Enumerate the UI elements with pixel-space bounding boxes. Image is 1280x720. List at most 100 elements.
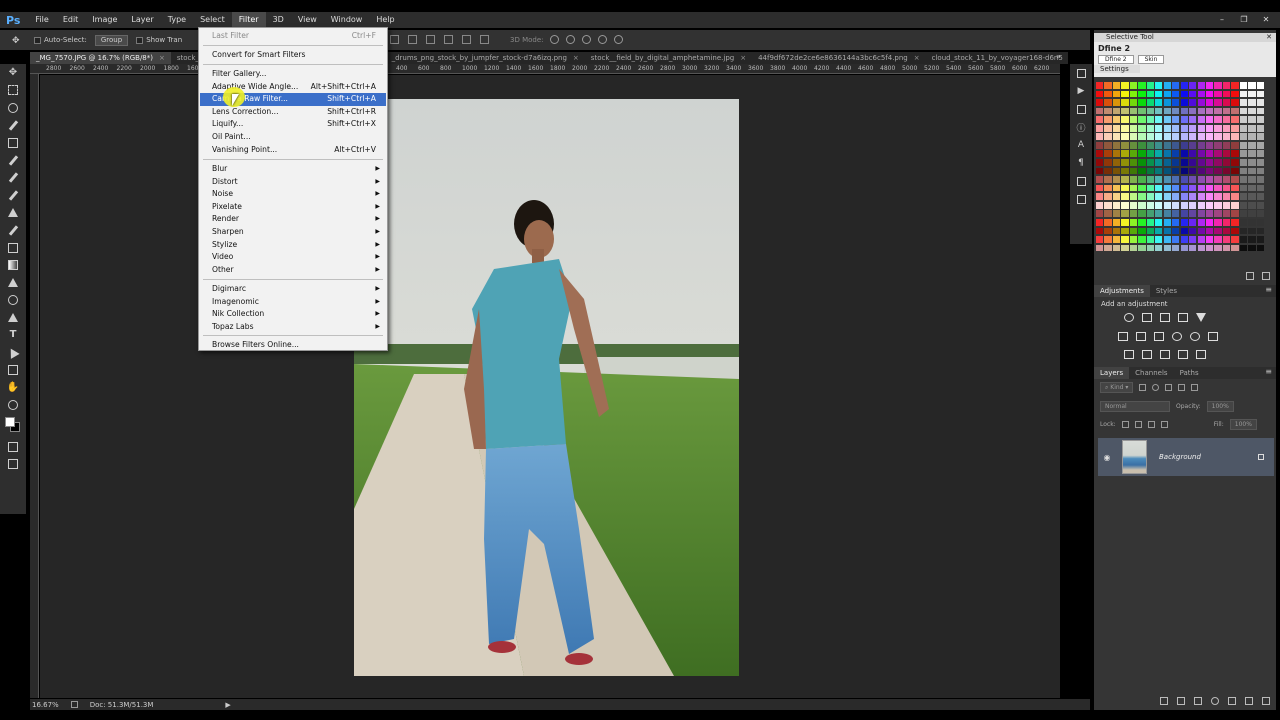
color-swatch[interactable]	[1222, 116, 1231, 123]
color-swatch[interactable]	[1129, 82, 1138, 89]
color-swatch[interactable]	[1155, 218, 1163, 226]
show-transform-checkbox[interactable]: Show Tran	[136, 36, 182, 44]
color-swatch[interactable]	[1172, 210, 1180, 218]
color-swatch[interactable]	[1172, 116, 1180, 123]
color-swatch[interactable]	[1112, 244, 1121, 252]
color-swatch[interactable]	[1112, 141, 1121, 149]
menu-file[interactable]: File	[28, 12, 55, 28]
color-swatch[interactable]	[1239, 227, 1248, 235]
more-tabs-button[interactable]: »	[1056, 52, 1061, 61]
tab-channels[interactable]: Channels	[1129, 367, 1173, 379]
color-swatch[interactable]	[1138, 210, 1146, 218]
color-swatch[interactable]	[1104, 176, 1112, 183]
color-swatch[interactable]	[1231, 244, 1239, 252]
color-swatch[interactable]	[1205, 244, 1214, 252]
color-swatch[interactable]	[1248, 116, 1256, 123]
color-swatch[interactable]	[1129, 210, 1138, 218]
color-swatch[interactable]	[1172, 150, 1180, 158]
color-swatch[interactable]	[1231, 176, 1239, 183]
shape-tool[interactable]	[0, 362, 26, 380]
color-swatch[interactable]	[1155, 244, 1163, 252]
color-swatch[interactable]	[1146, 124, 1155, 132]
filter-menu-item[interactable]: Lens Correction... Shift+Ctrl+R	[200, 106, 386, 119]
color-swatch[interactable]	[1155, 133, 1163, 141]
color-swatch[interactable]	[1138, 167, 1146, 175]
color-swatch[interactable]	[1155, 201, 1163, 209]
color-swatch[interactable]	[1214, 141, 1222, 149]
color-swatch[interactable]	[1112, 210, 1121, 218]
color-swatch[interactable]	[1189, 201, 1197, 209]
color-swatch[interactable]	[1248, 99, 1256, 106]
color-swatch[interactable]	[1121, 176, 1129, 183]
color-swatch[interactable]	[1189, 236, 1197, 243]
distribute-icon[interactable]	[426, 35, 435, 44]
color-swatch[interactable]	[1197, 218, 1205, 226]
color-swatch[interactable]	[1197, 90, 1205, 98]
color-swatch[interactable]	[1231, 99, 1239, 106]
color-swatch[interactable]	[1112, 90, 1121, 98]
color-swatch[interactable]	[1205, 176, 1214, 183]
black-white-icon[interactable]	[1154, 332, 1164, 341]
color-swatch[interactable]	[1256, 107, 1264, 115]
color-swatch[interactable]	[1121, 107, 1129, 115]
color-swatch[interactable]	[1214, 210, 1222, 218]
color-swatch[interactable]	[1197, 210, 1205, 218]
color-swatch[interactable]	[1155, 116, 1163, 123]
color-swatch[interactable]	[1129, 99, 1138, 106]
color-swatch[interactable]	[1197, 82, 1205, 89]
color-swatch[interactable]	[1112, 201, 1121, 209]
color-swatch[interactable]	[1104, 193, 1112, 201]
filter-menu-item[interactable]: Filter Gallery...	[200, 68, 386, 81]
document-tab[interactable]: 44f9df672de2ce6e8636144a3bc6c5f4.png ×	[752, 52, 926, 64]
color-swatch[interactable]	[1138, 150, 1146, 158]
align-icon[interactable]	[390, 35, 399, 44]
color-swatch[interactable]	[1180, 90, 1188, 98]
gradient-map-icon[interactable]	[1196, 350, 1206, 359]
color-swatch[interactable]	[1096, 244, 1104, 252]
lock-position-icon[interactable]	[1147, 421, 1155, 428]
color-swatch[interactable]	[1121, 90, 1129, 98]
color-swatch[interactable]	[1096, 167, 1104, 175]
color-swatch[interactable]	[1180, 159, 1188, 166]
color-swatch[interactable]	[1205, 184, 1214, 192]
color-swatch[interactable]	[1172, 90, 1180, 98]
color-swatch[interactable]	[1239, 150, 1248, 158]
color-swatch[interactable]	[1197, 236, 1205, 243]
color-swatch[interactable]	[1163, 107, 1171, 115]
close-tab-icon[interactable]: ×	[914, 52, 920, 64]
align-icon[interactable]	[408, 35, 417, 44]
color-swatch[interactable]	[1222, 167, 1231, 175]
color-swatch[interactable]	[1163, 210, 1171, 218]
color-swatch[interactable]	[1256, 184, 1264, 192]
color-swatch[interactable]	[1155, 141, 1163, 149]
slide-3d-icon[interactable]	[598, 35, 607, 44]
color-swatch[interactable]	[1222, 150, 1231, 158]
color-swatch[interactable]	[1256, 244, 1264, 252]
color-swatch[interactable]	[1163, 244, 1171, 252]
invert-icon[interactable]	[1124, 350, 1134, 359]
color-swatch[interactable]	[1256, 201, 1264, 209]
brush-tool[interactable]	[0, 187, 26, 205]
color-swatch[interactable]	[1172, 184, 1180, 192]
color-swatch[interactable]	[1104, 210, 1112, 218]
color-swatch[interactable]	[1155, 210, 1163, 218]
color-swatch[interactable]	[1231, 184, 1239, 192]
color-swatch[interactable]	[1138, 227, 1146, 235]
auto-select-checkbox[interactable]: Auto-Select:	[34, 36, 87, 44]
color-swatch[interactable]	[1197, 184, 1205, 192]
shape-filter-icon[interactable]	[1178, 384, 1186, 391]
color-swatch[interactable]	[1214, 218, 1222, 226]
add-mask-icon[interactable]	[1194, 697, 1202, 705]
color-swatch[interactable]	[1104, 124, 1112, 132]
eyedropper-tool[interactable]	[0, 152, 26, 170]
menu-select[interactable]: Select	[193, 12, 232, 28]
color-swatch[interactable]	[1172, 133, 1180, 141]
color-swatch[interactable]	[1222, 141, 1231, 149]
color-swatch[interactable]	[1129, 124, 1138, 132]
color-swatch[interactable]	[1205, 218, 1214, 226]
color-swatch[interactable]	[1239, 116, 1248, 123]
color-swatch[interactable]	[1231, 193, 1239, 201]
color-swatch[interactable]	[1138, 218, 1146, 226]
color-swatch[interactable]	[1146, 184, 1155, 192]
color-swatch[interactable]	[1138, 124, 1146, 132]
